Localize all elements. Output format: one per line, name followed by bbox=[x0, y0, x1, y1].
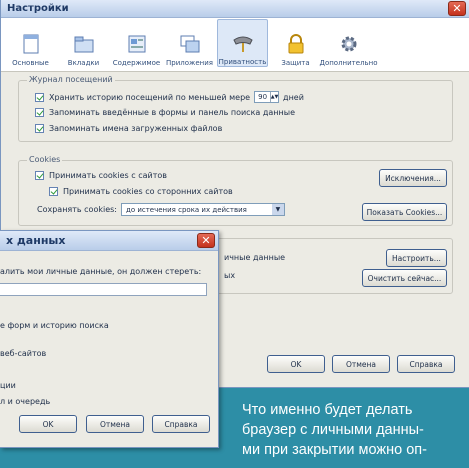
keep-history-label: Хранить историю посещений по меньшей мер… bbox=[49, 92, 251, 102]
tab-tabs[interactable]: Вкладки bbox=[58, 19, 109, 67]
accept-cookies-checkbox[interactable] bbox=[35, 171, 44, 180]
dialog-help-button[interactable]: Справка bbox=[152, 415, 210, 433]
gear-icon bbox=[341, 36, 356, 52]
article-caption: Что именно будет делать браузер с личным… bbox=[242, 400, 464, 460]
lock-icon bbox=[288, 34, 303, 54]
tab-label: Основные bbox=[12, 59, 49, 67]
window-titlebar[interactable]: Настройки ✕ bbox=[1, 0, 469, 18]
dialog-titlebar[interactable]: х данных ✕ bbox=[0, 231, 218, 251]
help-button[interactable]: Справка bbox=[397, 355, 455, 373]
settings-button[interactable]: Настроить... bbox=[386, 249, 447, 267]
accept-cookies-label: Принимать cookies с сайтов bbox=[49, 171, 167, 180]
tab-label: Приватность bbox=[218, 58, 267, 66]
remember-forms-row: Запоминать введённые в формы и панель по… bbox=[35, 108, 295, 117]
content-icon bbox=[128, 35, 145, 53]
dialog-line-websites[interactable]: веб-сайтов bbox=[0, 349, 46, 358]
window-icon bbox=[23, 34, 38, 54]
tab-label: Защита bbox=[281, 59, 310, 67]
tab-applications[interactable]: Приложения bbox=[164, 19, 215, 67]
tab-label: Вкладки bbox=[67, 59, 100, 67]
accept-cookies-row: Принимать cookies с сайтов bbox=[35, 171, 167, 180]
show-cookies-button[interactable]: Показать Cookies... bbox=[362, 203, 447, 221]
dialog-ok-button[interactable]: OK bbox=[19, 415, 77, 433]
keep-history-checkbox[interactable] bbox=[35, 92, 44, 102]
cookies-group: Cookies Принимать cookies с сайтов Прини… bbox=[18, 155, 453, 226]
privacy-mask-icon bbox=[232, 36, 253, 52]
dialog-field bbox=[0, 283, 207, 296]
caption-line: ми при закрытии можно оп- bbox=[242, 442, 427, 458]
dialog-title: х данных bbox=[6, 234, 66, 247]
chevron-down-icon[interactable]: ▼ bbox=[271, 204, 284, 215]
tab-content[interactable]: Содержимое bbox=[111, 19, 162, 67]
tab-main[interactable]: Основные bbox=[5, 19, 56, 67]
clear-data-dialog: х данных ✕ алить мои личные данные, он д… bbox=[0, 230, 219, 448]
third-party-cookies-row: Принимать cookies со сторонних сайтов bbox=[49, 187, 233, 196]
tab-label: Приложения bbox=[166, 59, 213, 67]
keep-cookies-value: до истечения срока их действия bbox=[125, 205, 247, 214]
dialog-cancel-button[interactable]: Отмена bbox=[86, 415, 144, 433]
history-group-title: Журнал посещений bbox=[27, 75, 115, 84]
window-title: Настройки bbox=[7, 3, 69, 14]
cookies-group-title: Cookies bbox=[27, 155, 63, 164]
remember-downloads-row: Запоминать имена загруженных файлов bbox=[35, 124, 222, 133]
dialog-intro: алить мои личные данные, он должен стере… bbox=[0, 267, 202, 276]
caption-line: Что именно будет делать bbox=[242, 402, 413, 418]
tab-privacy[interactable]: Приватность bbox=[217, 19, 268, 67]
stepper-arrows-icon[interactable]: ▲▼ bbox=[270, 92, 278, 102]
remember-downloads-checkbox[interactable] bbox=[35, 124, 44, 133]
clear-now-button[interactable]: Очистить сейчас... bbox=[362, 269, 447, 287]
keep-cookies-row: Сохранять cookies: до истечения срока их… bbox=[37, 203, 285, 216]
cancel-button[interactable]: Отмена bbox=[332, 355, 390, 373]
third-party-cookies-checkbox[interactable] bbox=[49, 187, 58, 196]
private-data-text-2: ых bbox=[224, 271, 236, 280]
tab-security[interactable]: Защита bbox=[270, 19, 321, 67]
keep-cookies-select[interactable]: до истечения срока их действия ▼ bbox=[120, 203, 285, 216]
folder-icon bbox=[74, 36, 93, 53]
keep-history-row: Хранить историю посещений по меньшей мер… bbox=[35, 91, 304, 103]
exceptions-button[interactable]: Исключения... bbox=[379, 169, 447, 187]
dialog-close-button[interactable]: ✕ bbox=[197, 233, 215, 248]
remember-downloads-label: Запоминать имена загруженных файлов bbox=[49, 124, 223, 133]
tab-advanced[interactable]: Дополнительно bbox=[319, 19, 378, 67]
remember-forms-checkbox[interactable] bbox=[35, 108, 44, 117]
ok-button[interactable]: OK bbox=[267, 355, 325, 373]
tab-label: Дополнительно bbox=[319, 59, 378, 67]
caption-line: браузер с личными данны- bbox=[242, 422, 424, 438]
third-party-cookies-label: Принимать cookies со сторонних сайтов bbox=[63, 187, 233, 196]
days-unit: дней bbox=[283, 92, 304, 102]
applications-icon bbox=[180, 35, 199, 53]
dialog-line-sessions[interactable]: ции bbox=[0, 381, 16, 390]
settings-toolbar: Основные Вкладки Содержимое Приложения П… bbox=[1, 18, 469, 72]
keep-cookies-label: Сохранять cookies: bbox=[37, 205, 117, 214]
private-data-text: ичные данные bbox=[224, 253, 286, 262]
history-group: Журнал посещений Хранить историю посещен… bbox=[18, 75, 453, 142]
dialog-line-queue[interactable]: л и очередь bbox=[0, 397, 50, 406]
remember-forms-label: Запоминать введённые в формы и панель по… bbox=[49, 108, 295, 117]
dialog-line-forms[interactable]: е форм и историю поиска bbox=[0, 321, 109, 330]
days-stepper[interactable]: 90 ▲▼ bbox=[254, 91, 280, 103]
close-button[interactable]: ✕ bbox=[448, 1, 466, 16]
tab-label: Содержимое bbox=[112, 59, 161, 67]
days-value: 90 bbox=[258, 93, 268, 101]
